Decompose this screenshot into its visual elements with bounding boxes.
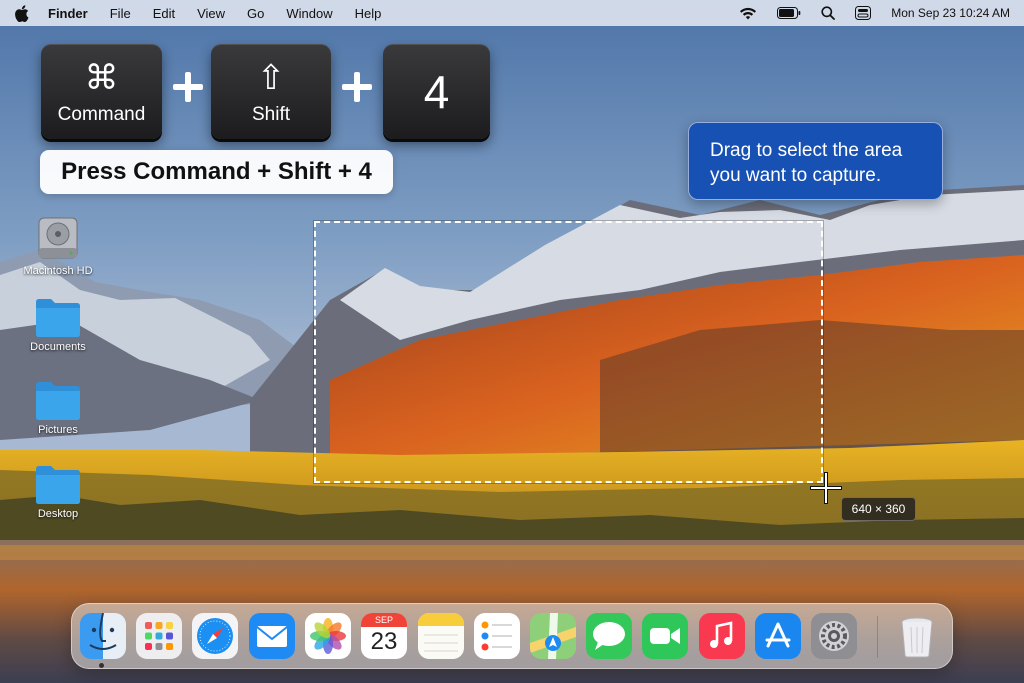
tooltip-line-2: you want to capture. [710, 165, 882, 186]
reminders-icon [474, 613, 520, 659]
dock-reminders[interactable] [474, 613, 520, 659]
menu-go[interactable]: Go [247, 6, 264, 21]
launchpad-icon [136, 613, 182, 659]
menu-edit[interactable]: Edit [153, 6, 175, 21]
desktop-icon-label: Pictures [38, 424, 78, 436]
menu-bar: Finder File Edit View Go Window Help Mon… [0, 0, 1024, 26]
folder-icon [36, 466, 80, 504]
desktop-icon-label: Desktop [37, 508, 79, 520]
messages-icon [586, 613, 632, 659]
dock-launchpad[interactable] [136, 613, 182, 659]
key-shift-label: Shift [251, 103, 291, 125]
finder-running-indicator [99, 663, 104, 668]
dock-app-store[interactable] [755, 613, 801, 659]
desktop-icon-macintosh-hd[interactable]: Macintosh HD [18, 214, 98, 277]
app-store-icon [755, 613, 801, 659]
shift-icon: ⇧ [256, 58, 286, 97]
command-icon: ⌘ [84, 58, 119, 97]
dock-notes[interactable] [418, 613, 464, 659]
menu-app-finder[interactable]: Finder [48, 6, 88, 21]
gear-icon [811, 613, 857, 659]
music-icon [699, 613, 745, 659]
finder-icon [80, 613, 126, 659]
desktop-icon-desktop[interactable]: Desktop [18, 463, 98, 520]
menu-window[interactable]: Window [286, 6, 332, 21]
key-command-label: Command [57, 103, 146, 125]
dock-messages[interactable] [586, 613, 632, 659]
dock-music[interactable] [699, 613, 745, 659]
hard-drive-icon [38, 217, 78, 259]
menu-help[interactable]: Help [355, 6, 382, 21]
menu-view[interactable]: View [197, 6, 225, 21]
desktop-icon-pictures[interactable]: Pictures [18, 379, 98, 436]
control-center-icon[interactable] [855, 6, 872, 20]
dock-system-settings[interactable] [811, 613, 857, 659]
menu-bar-clock[interactable]: Mon Sep 23 10:24 AM [891, 6, 1010, 20]
apple-icon[interactable] [14, 4, 30, 22]
plus-icon [173, 72, 203, 102]
battery-icon[interactable] [777, 7, 801, 19]
crosshair-cursor-icon[interactable] [808, 470, 844, 506]
plus-icon [342, 72, 372, 102]
photos-icon [305, 613, 351, 659]
dock-finder[interactable] [80, 613, 126, 659]
dock-mail[interactable] [249, 613, 295, 659]
screenshot-selection-area[interactable] [314, 221, 823, 483]
desktop-icon-label: Documents [30, 341, 86, 353]
folder-icon [36, 382, 80, 420]
menu-file[interactable]: File [110, 6, 131, 21]
desktop-icon-documents[interactable]: Documents [18, 296, 98, 353]
wifi-icon[interactable] [739, 6, 757, 20]
calendar-day: 23 [370, 628, 398, 655]
dock-trash[interactable] [894, 613, 940, 659]
dock-calendar[interactable]: SEP 23 [361, 613, 407, 659]
safari-icon [192, 613, 238, 659]
dock-maps[interactable] [530, 613, 576, 659]
search-icon[interactable] [821, 6, 836, 20]
dock: SEP 23 [71, 603, 953, 669]
key-4: 4 [383, 44, 490, 139]
key-command: ⌘ Command [41, 44, 162, 139]
mail-icon [249, 613, 295, 659]
dock-separator [877, 616, 878, 658]
notes-icon [418, 613, 464, 659]
dock-photos[interactable] [305, 613, 351, 659]
maps-icon [530, 613, 576, 659]
facetime-icon [642, 613, 688, 659]
selection-dimensions: 640 × 360 [841, 497, 916, 521]
drag-instruction-tooltip: Drag to select the area you want to capt… [688, 122, 943, 200]
key-shift: ⇧ Shift [211, 44, 331, 139]
dock-facetime[interactable] [642, 613, 688, 659]
tooltip-line-1: Drag to select the area [710, 140, 903, 161]
menu-bar-status-area: Mon Sep 23 10:24 AM [719, 6, 1010, 20]
key-4-label: 4 [423, 65, 450, 118]
dock-safari[interactable] [192, 613, 238, 659]
calendar-month: SEP [361, 613, 407, 627]
shortcut-instruction: Press Command + Shift + 4 [40, 150, 393, 194]
desktop[interactable]: Finder File Edit View Go Window Help Mon… [0, 0, 1024, 683]
folder-icon [36, 299, 80, 337]
desktop-icon-label: Macintosh HD [23, 265, 93, 277]
trash-icon [901, 617, 933, 658]
